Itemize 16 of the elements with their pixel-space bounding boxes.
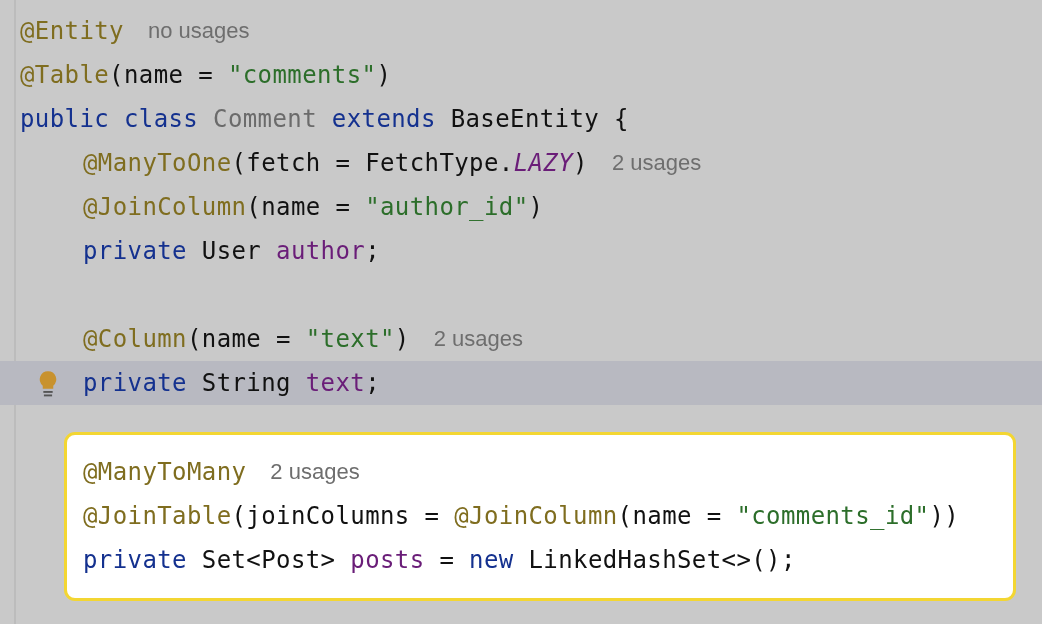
code-line: @Table(name = "comments") (20, 61, 392, 89)
lightbulb-icon[interactable] (38, 370, 58, 398)
usages-hint[interactable]: 2 usages (433, 326, 523, 352)
usages-hint[interactable]: 2 usages (611, 150, 702, 176)
usages-hint[interactable]: no usages (147, 18, 250, 44)
usages-hint[interactable]: 2 usages (270, 459, 360, 485)
code-line: @ManyToMany (83, 458, 247, 486)
code-line: @JoinColumn(name = "author_id") (83, 193, 544, 221)
code-line: private Set<Post> posts = new LinkedHashSet<>(); (83, 546, 796, 574)
code-line: public class Comment extends BaseEntity { (20, 105, 629, 133)
code-line: private User author; (83, 237, 380, 265)
code-line: private String text; (83, 369, 380, 397)
code-line: @JoinTable(joinColumns = @JoinColumn(name = "comments_id")) (83, 502, 960, 530)
code-line: @ManyToOne(fetch = FetchType.LAZY) (83, 149, 588, 177)
code-line: @Column(name = "text") (83, 325, 410, 353)
code-line: @Entity (20, 17, 124, 45)
